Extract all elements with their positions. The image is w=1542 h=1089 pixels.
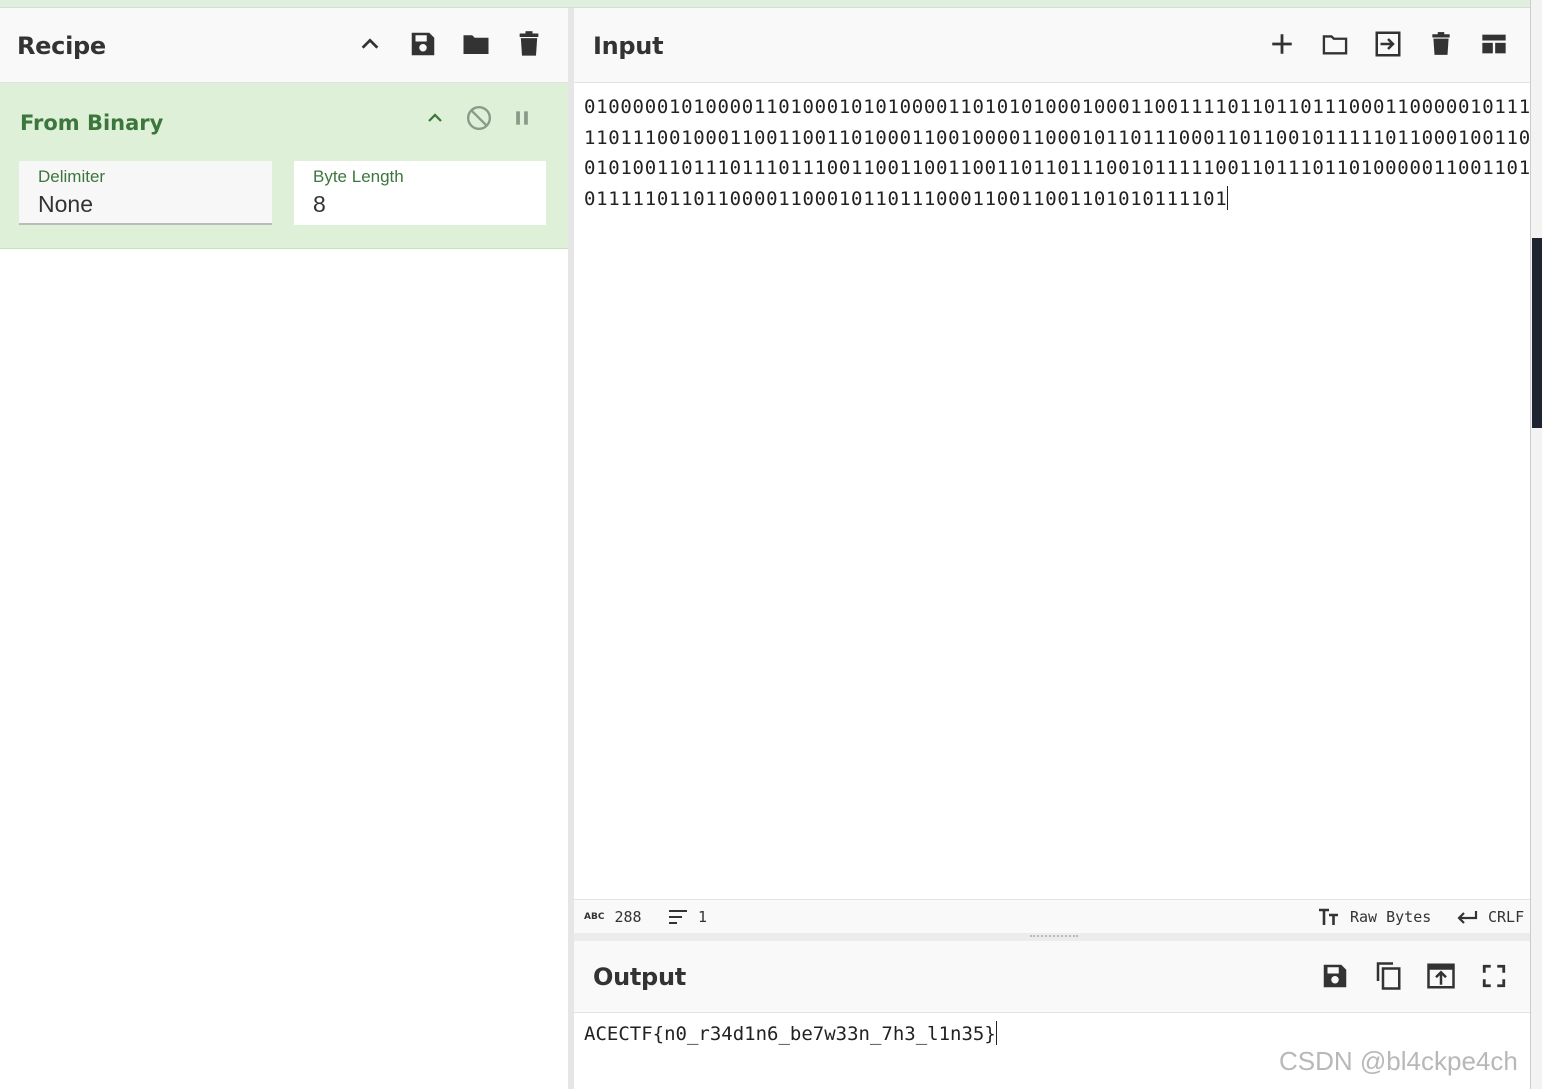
clear-input-button[interactable] (1423, 26, 1459, 62)
encoding-selector[interactable]: Raw Bytes (1318, 900, 1431, 934)
operation-title: From Binary (20, 111, 164, 135)
plus-icon (1272, 34, 1292, 54)
eol-value: CRLF (1488, 908, 1525, 926)
collapse-operation-button[interactable] (420, 103, 450, 133)
input-textarea[interactable]: 0100000101000011010001010100001101010100… (584, 92, 1542, 215)
maximize-icon (1482, 964, 1506, 988)
replace-input-icon (1427, 963, 1455, 989)
save-icon (1323, 964, 1347, 988)
delimiter-select[interactable]: Delimiter None (19, 161, 272, 225)
input-line-last: 0111110110110000110001011011100011001100… (584, 184, 1524, 215)
disable-icon (466, 105, 492, 131)
background-window-sliver (1530, 0, 1542, 1089)
chevron-up-icon (361, 38, 379, 49)
reset-layout-button[interactable] (1476, 26, 1512, 62)
top-strip (0, 0, 1530, 8)
lines-icon (669, 910, 687, 924)
recipe-pane: Recipe From Binary Delimiter None Byte L… (0, 8, 568, 1089)
trash-icon (519, 31, 539, 56)
copy-icon (1376, 962, 1401, 990)
input-lines-value: 1 (698, 908, 708, 926)
layout-icon (1482, 34, 1506, 54)
breakpoint-button[interactable] (507, 103, 537, 133)
delimiter-value: None (38, 191, 93, 217)
input-title: Input (593, 32, 664, 60)
pause-icon (516, 111, 528, 125)
open-folder-button[interactable] (1370, 26, 1406, 62)
input-status-bar: ABC 288 1 Raw Bytes CRLF (574, 899, 1530, 933)
load-recipe-button[interactable] (458, 26, 494, 62)
delimiter-label: Delimiter (38, 167, 106, 186)
input-lines: 1 (668, 900, 707, 934)
abc-icon: ABC (584, 912, 605, 922)
maximize-output-button[interactable] (1476, 958, 1512, 994)
input-line: 1101110010001100110011010001100100001100… (584, 126, 1542, 149)
io-resizer[interactable] (574, 933, 1530, 941)
text-size-icon (1319, 908, 1338, 925)
input-header: Input (574, 8, 1530, 83)
resize-grip (1030, 935, 1078, 937)
replace-input-button[interactable] (1423, 958, 1459, 994)
collapse-all-button[interactable] (352, 26, 388, 62)
output-header: Output (574, 941, 1530, 1013)
text-caret (1227, 185, 1229, 210)
import-icon (1375, 31, 1401, 57)
byte-length-input[interactable]: Byte Length 8 (294, 161, 546, 225)
operation-from-binary[interactable]: From Binary Delimiter None Byte Length 8 (0, 83, 568, 249)
clear-recipe-button[interactable] (511, 26, 547, 62)
output-value: ACECTF{n0_r34d1n6_be7w33n_7h3_l1n35} (584, 1023, 996, 1045)
recipe-header: Recipe (0, 8, 568, 83)
byte-length-label: Byte Length (313, 167, 404, 186)
return-icon (1457, 911, 1478, 924)
save-output-button[interactable] (1317, 958, 1353, 994)
input-length-value: 288 (614, 908, 642, 926)
add-input-tab-button[interactable] (1264, 26, 1300, 62)
copy-output-button[interactable] (1370, 958, 1406, 994)
output-title: Output (593, 963, 686, 991)
background-terminal-sliver (1532, 238, 1542, 428)
save-icon (411, 32, 435, 56)
folder-icon (1322, 35, 1348, 55)
watermark: CSDN @bl4ckpe4ch (1279, 1046, 1518, 1076)
input-line: 0101001101110111011100110011001100110110… (584, 157, 1542, 179)
folder-icon (463, 35, 489, 54)
text-caret (995, 1021, 997, 1045)
save-recipe-button[interactable] (405, 26, 441, 62)
input-length: ABC 288 (584, 900, 642, 934)
input-pane: Input 0100000101000011010001010100001101… (574, 8, 1542, 933)
eol-selector[interactable]: CRLF (1456, 900, 1524, 934)
encoding-value: Raw Bytes (1350, 908, 1432, 926)
trash-icon (1432, 32, 1450, 55)
byte-length-value: 8 (313, 191, 326, 217)
open-input-file-button[interactable] (1317, 26, 1353, 62)
chevron-up-icon (428, 113, 442, 122)
output-textarea[interactable]: ACECTF{n0_r34d1n6_be7w33n_7h3_l1n35} (584, 1021, 997, 1045)
disable-operation-button[interactable] (464, 103, 494, 133)
input-line: 0100000101000011010001010100001101010100… (584, 96, 1542, 118)
recipe-title: Recipe (17, 32, 106, 60)
input-line-text: 0111110110110000110001011011100011001100… (584, 187, 1228, 210)
